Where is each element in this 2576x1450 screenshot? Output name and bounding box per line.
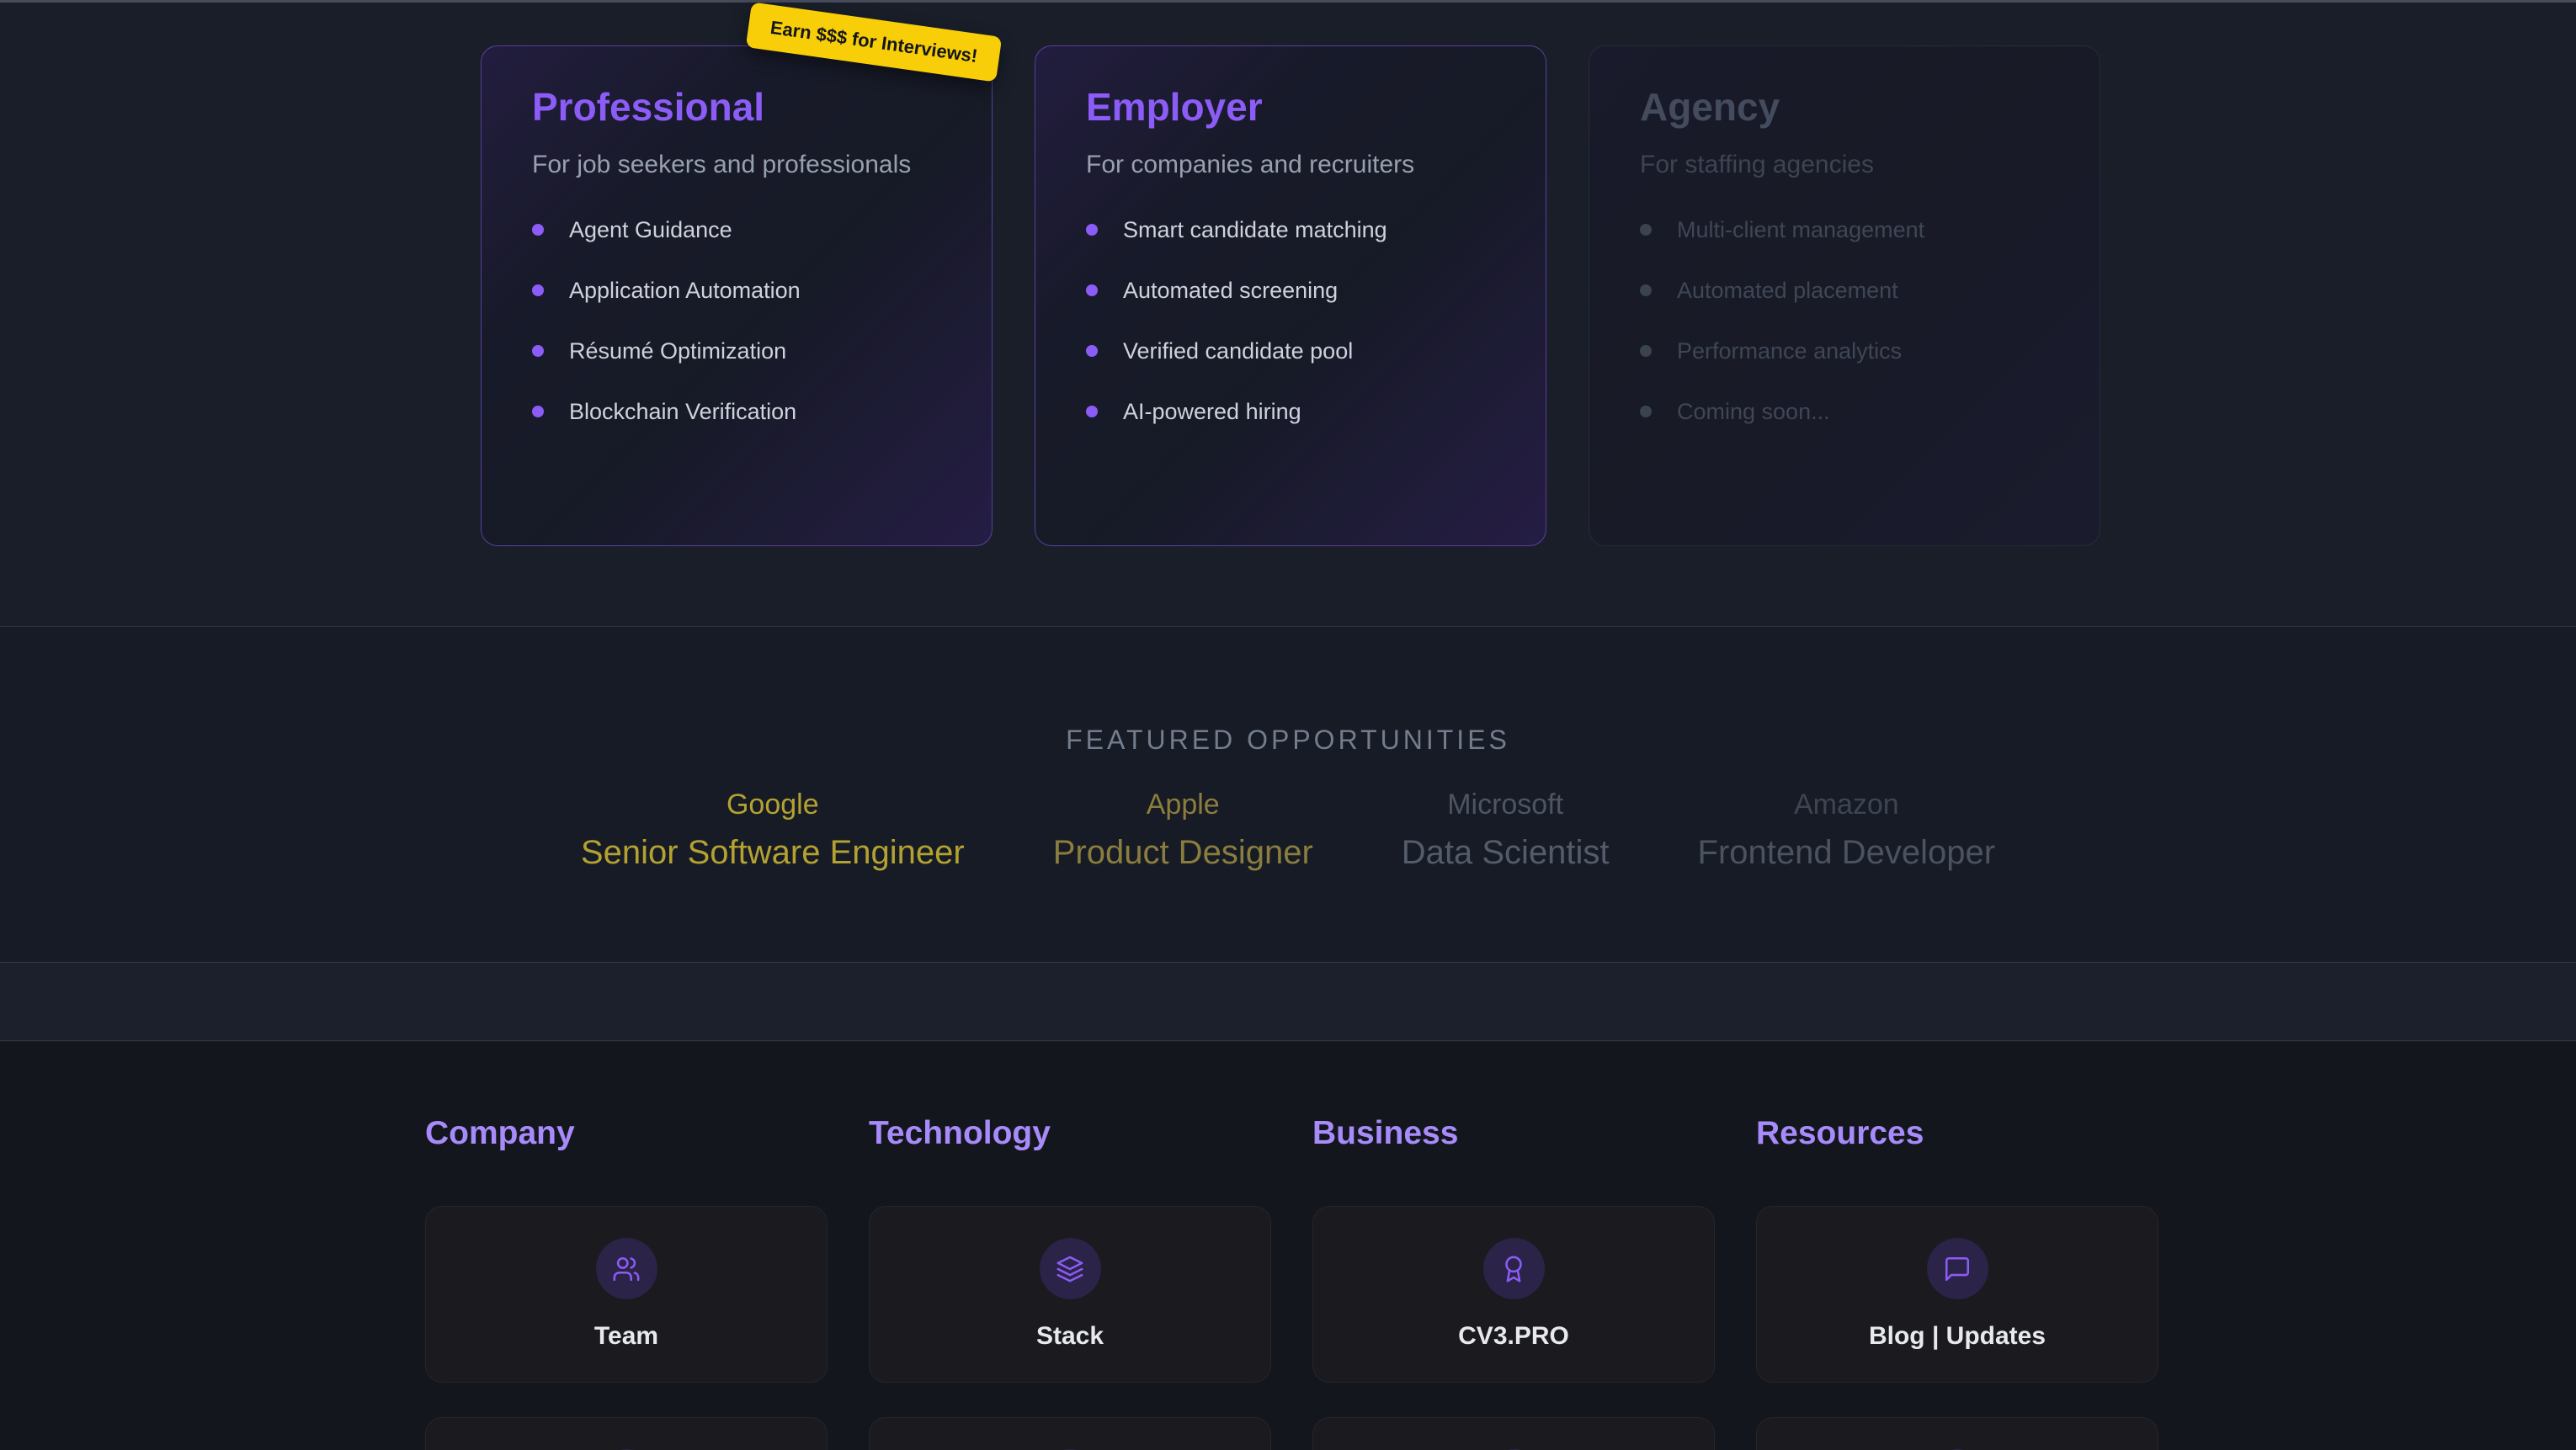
footer-card-partial[interactable]	[869, 1417, 1271, 1450]
feature-label: Blockchain Verification	[569, 396, 796, 427]
job-item-amazon[interactable]: Amazon Frontend Developer	[1698, 787, 1996, 873]
job-company: Google	[581, 787, 965, 822]
plan-features: Multi-client management Automated placem…	[1640, 215, 2049, 427]
footer-card-partial[interactable]	[425, 1417, 828, 1450]
bullet-dot-icon	[1086, 224, 1098, 236]
bullet-dot-icon	[532, 284, 544, 296]
job-role: Senior Software Engineer	[581, 832, 965, 873]
job-item-google[interactable]: Google Senior Software Engineer	[581, 787, 965, 873]
job-company: Amazon	[1698, 787, 1996, 822]
plan-title: Professional	[532, 84, 941, 130]
spacer-band	[0, 962, 2576, 1041]
job-company: Apple	[1053, 787, 1313, 822]
footer-column-heading: Technology	[869, 1113, 1271, 1154]
bullet-dot-icon	[1640, 224, 1652, 236]
plan-subtitle: For companies and recruiters	[1086, 150, 1495, 180]
feature-item: Blockchain Verification	[532, 396, 941, 427]
job-role: Data Scientist	[1402, 832, 1610, 873]
feature-item: Automated screening	[1086, 275, 1495, 305]
plan-card-employer[interactable]: Employer For companies and recruiters Sm…	[1035, 45, 1546, 546]
feature-item: AI-powered hiring	[1086, 396, 1495, 427]
footer-card-team[interactable]: Team	[425, 1206, 828, 1383]
plan-card-professional[interactable]: Professional For job seekers and profess…	[481, 45, 993, 546]
plan-title: Employer	[1086, 84, 1495, 130]
feature-item: Résumé Optimization	[532, 336, 941, 366]
bullet-dot-icon	[1086, 284, 1098, 296]
plan-subtitle: For job seekers and professionals	[532, 150, 941, 180]
feature-label: Agent Guidance	[569, 215, 732, 245]
layers-icon	[1040, 1238, 1101, 1299]
job-role: Frontend Developer	[1698, 832, 1996, 873]
feature-label: Multi-client management	[1677, 215, 1924, 245]
feature-label: Verified candidate pool	[1123, 336, 1353, 366]
job-company: Microsoft	[1402, 787, 1610, 822]
feature-label: Performance analytics	[1677, 336, 1902, 366]
footer-card-label: Team	[426, 1321, 827, 1352]
bullet-dot-icon	[1640, 345, 1652, 357]
featured-jobs: Google Senior Software Engineer Apple Pr…	[0, 787, 2576, 873]
feature-label: Automated placement	[1677, 275, 1898, 305]
footer-card-label: Stack	[870, 1321, 1270, 1352]
footer-column-resources: Resources Blog | Updates	[1756, 1042, 2158, 1450]
footer-card-partial[interactable]	[1756, 1417, 2158, 1450]
footer-column-company: Company Team	[425, 1042, 828, 1450]
feature-item: Smart candidate matching	[1086, 215, 1495, 245]
feature-label: Smart candidate matching	[1123, 215, 1387, 245]
plans-section: Earn $$$ for Interviews! Professional Fo…	[0, 0, 2576, 627]
feature-item: Agent Guidance	[532, 215, 941, 245]
footer-column-heading: Company	[425, 1113, 828, 1154]
plan-features: Smart candidate matching Automated scree…	[1086, 215, 1495, 427]
footer-grid: Company Team Technology Stack	[425, 1042, 2158, 1450]
footer-column-heading: Business	[1312, 1113, 1715, 1154]
feature-item: Application Automation	[532, 275, 941, 305]
feature-label: AI-powered hiring	[1123, 396, 1301, 427]
plan-subtitle: For staffing agencies	[1640, 150, 2049, 180]
page: Earn $$$ for Interviews! Professional Fo…	[0, 0, 2576, 1450]
job-role: Product Designer	[1053, 832, 1313, 873]
footer-column-business: Business CV3.PRO	[1312, 1042, 1715, 1450]
feature-label: Automated screening	[1123, 275, 1338, 305]
footer-section: Company Team Technology Stack	[0, 1042, 2576, 1450]
footer-card-stack[interactable]: Stack	[869, 1206, 1271, 1383]
bullet-dot-icon	[532, 406, 544, 417]
feature-item: Verified candidate pool	[1086, 336, 1495, 366]
feature-label: Coming soon...	[1677, 396, 1830, 427]
footer-card-label: Blog | Updates	[1757, 1321, 2158, 1352]
award-icon	[1483, 1238, 1545, 1299]
plan-title: Agency	[1640, 84, 2049, 130]
bullet-dot-icon	[1086, 345, 1098, 357]
bullet-dot-icon	[532, 345, 544, 357]
footer-card-label: CV3.PRO	[1313, 1321, 1714, 1352]
footer-card-partial[interactable]	[1312, 1417, 1715, 1450]
feature-item: Coming soon...	[1640, 396, 2049, 427]
feature-item: Performance analytics	[1640, 336, 2049, 366]
footer-card-cv3pro[interactable]: CV3.PRO	[1312, 1206, 1715, 1383]
footer-column-technology: Technology Stack	[869, 1042, 1271, 1450]
footer-column-heading: Resources	[1756, 1113, 2158, 1154]
message-icon	[1927, 1238, 1988, 1299]
job-item-microsoft[interactable]: Microsoft Data Scientist	[1402, 787, 1610, 873]
footer-card-blog[interactable]: Blog | Updates	[1756, 1206, 2158, 1383]
plan-features: Agent Guidance Application Automation Ré…	[532, 215, 941, 427]
job-item-apple[interactable]: Apple Product Designer	[1053, 787, 1313, 873]
feature-label: Application Automation	[569, 275, 801, 305]
feature-item: Multi-client management	[1640, 215, 2049, 245]
bullet-dot-icon	[1640, 284, 1652, 296]
feature-item: Automated placement	[1640, 275, 2049, 305]
bullet-dot-icon	[1086, 406, 1098, 417]
plan-card-agency: Agency For staffing agencies Multi-clien…	[1589, 45, 2100, 546]
featured-section: FEATURED OPPORTUNITIES Google Senior Sof…	[0, 628, 2576, 962]
bullet-dot-icon	[532, 224, 544, 236]
users-icon	[596, 1238, 657, 1299]
bullet-dot-icon	[1640, 406, 1652, 417]
featured-title: FEATURED OPPORTUNITIES	[0, 723, 2576, 757]
plans-row: Professional For job seekers and profess…	[481, 45, 2100, 546]
feature-label: Résumé Optimization	[569, 336, 786, 366]
